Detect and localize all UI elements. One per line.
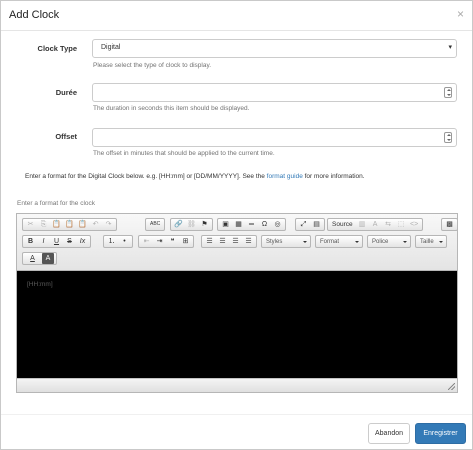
- colors-group: A A: [22, 252, 57, 265]
- paste-word-icon[interactable]: 📋: [77, 219, 88, 230]
- chevron-down-icon: [303, 241, 307, 243]
- number-spinner-icon[interactable]: [444, 132, 452, 143]
- offset-help: The offset in minutes that should be app…: [93, 150, 275, 157]
- code-icon[interactable]: <>: [409, 219, 420, 230]
- remove-format-icon[interactable]: Ix: [77, 236, 88, 247]
- font-combo-label: Police: [372, 239, 389, 245]
- clock-type-label: Clock Type: [37, 44, 77, 53]
- format-info-text: Enter a format for the Digital Clock bel…: [25, 173, 365, 180]
- text-color-icon[interactable]: A: [25, 253, 40, 264]
- justify-icon[interactable]: ☰: [243, 236, 254, 247]
- clock-type-value: Digital: [101, 44, 121, 51]
- bg-color-icon[interactable]: A: [42, 253, 54, 264]
- copy-icon[interactable]: ⎘: [38, 219, 49, 230]
- document-group: Source ▥ A ⇆ ⬚ <>: [327, 218, 423, 231]
- creatediv-icon[interactable]: ⊞: [180, 236, 191, 247]
- rich-text-editor: ✂ ⎘ 📋 📋 📋 ↶ ↷ ABC 🔗 ⛓ ⚑ ▣ ▦ ═ Ω ◎ ⤢ ▤ So…: [16, 213, 458, 393]
- duration-field[interactable]: [92, 83, 457, 102]
- cut-icon[interactable]: ✂: [25, 219, 36, 230]
- duration-label: Durée: [55, 88, 77, 97]
- italic-icon[interactable]: I: [38, 236, 49, 247]
- underline-icon[interactable]: U: [51, 236, 62, 247]
- align-group: ☰ ☰ ☰ ☰: [201, 235, 257, 248]
- dialog-header: Add Clock ×: [1, 1, 472, 31]
- select-all-icon[interactable]: ⬚: [396, 219, 407, 230]
- clock-type-help: Please select the type of clock to displ…: [93, 62, 212, 69]
- find-icon[interactable]: A: [370, 219, 381, 230]
- dialog-title: Add Clock: [9, 9, 60, 21]
- chevron-down-icon: [439, 241, 443, 243]
- duration-help: The duration in seconds this item should…: [93, 105, 250, 112]
- link-icon[interactable]: 🔗: [173, 219, 184, 230]
- strike-icon[interactable]: S: [64, 236, 75, 247]
- footer-divider: [1, 414, 472, 415]
- templates-icon[interactable]: ▥: [357, 219, 368, 230]
- format-info-suffix: for more information.: [302, 173, 365, 180]
- chevron-down-icon: ▾: [448, 44, 452, 51]
- offset-label: Offset: [55, 132, 77, 141]
- paste-icon[interactable]: 📋: [51, 219, 62, 230]
- align-right-icon[interactable]: ☰: [230, 236, 241, 247]
- qr-code-icon[interactable]: ▩: [444, 219, 455, 230]
- format-combo-label: Format: [320, 239, 340, 245]
- chevron-down-icon: [403, 241, 407, 243]
- special-char-icon[interactable]: Ω: [259, 219, 270, 230]
- editor-status-bar: [17, 378, 457, 392]
- resize-handle-icon[interactable]: [448, 383, 455, 390]
- styles-combo[interactable]: Styles: [261, 235, 311, 248]
- format-combo[interactable]: Format: [315, 235, 363, 248]
- size-combo[interactable]: Taille: [415, 235, 447, 248]
- basic-styles-group: B I U S Ix: [22, 235, 91, 248]
- show-blocks-icon[interactable]: ▤: [311, 219, 322, 230]
- iframe-icon[interactable]: ◎: [272, 219, 283, 230]
- paste-text-icon[interactable]: 📋: [64, 219, 75, 230]
- anchor-icon[interactable]: ⚑: [199, 219, 210, 230]
- horizontal-rule-icon[interactable]: ═: [246, 219, 257, 230]
- replace-icon[interactable]: ⇆: [383, 219, 394, 230]
- spellcheck-group: ABC: [145, 218, 166, 231]
- outdent-icon[interactable]: ⇤: [141, 236, 152, 247]
- table-icon[interactable]: ▦: [233, 219, 244, 230]
- chevron-down-icon: [355, 241, 359, 243]
- number-spinner-icon[interactable]: [444, 87, 452, 98]
- numbered-list-icon[interactable]: ⒈: [106, 236, 117, 247]
- clock-type-select[interactable]: Digital ▾: [92, 39, 457, 58]
- editor-content-text: [HH:mm]: [27, 281, 53, 288]
- source-button[interactable]: Source: [330, 219, 355, 230]
- format-guide-link[interactable]: format guide: [267, 173, 303, 180]
- cancel-button[interactable]: Abandon: [368, 423, 410, 444]
- format-info-prefix: Enter a format for the Digital Clock bel…: [25, 173, 267, 180]
- undo-icon[interactable]: ↶: [90, 219, 101, 230]
- align-left-icon[interactable]: ☰: [204, 236, 215, 247]
- clipboard-group: ✂ ⎘ 📋 📋 📋 ↶ ↷: [22, 218, 117, 231]
- offset-field[interactable]: [92, 128, 457, 147]
- editor-toolbar: ✂ ⎘ 📋 📋 📋 ↶ ↷ ABC 🔗 ⛓ ⚑ ▣ ▦ ═ Ω ◎ ⤢ ▤ So…: [17, 214, 458, 271]
- image-icon[interactable]: ▣: [220, 219, 231, 230]
- maximize-icon[interactable]: ⤢: [298, 219, 309, 230]
- add-clock-dialog: Add Clock × Clock Type Digital ▾ Please …: [0, 0, 473, 450]
- links-group: 🔗 ⛓ ⚑: [170, 218, 213, 231]
- bold-icon[interactable]: B: [25, 236, 36, 247]
- editor-content-area[interactable]: [HH:mm]: [17, 271, 457, 378]
- lists-group: ⒈ •: [103, 235, 133, 248]
- unlink-icon[interactable]: ⛓: [186, 219, 197, 230]
- close-icon[interactable]: ×: [457, 8, 464, 20]
- align-center-icon[interactable]: ☰: [217, 236, 228, 247]
- font-combo[interactable]: Police: [367, 235, 411, 248]
- bulleted-list-icon[interactable]: •: [119, 236, 130, 247]
- spellcheck-icon[interactable]: ABC: [148, 219, 162, 230]
- save-button[interactable]: Enregistrer: [415, 423, 466, 444]
- styles-combo-label: Styles: [266, 239, 283, 245]
- insert-group: ▣ ▦ ═ Ω ◎: [217, 218, 286, 231]
- indent-icon[interactable]: ⇥: [154, 236, 165, 247]
- editor-label: Enter a format for the clock: [17, 200, 96, 207]
- blockquote-icon[interactable]: ❝: [167, 236, 178, 247]
- indent-group: ⇤ ⇥ ❝ ⊞: [138, 235, 194, 248]
- size-combo-label: Taille: [420, 239, 434, 245]
- redo-icon[interactable]: ↷: [103, 219, 114, 230]
- tools-group: ⤢ ▤: [295, 218, 325, 231]
- qr-group: ▩: [441, 218, 458, 231]
